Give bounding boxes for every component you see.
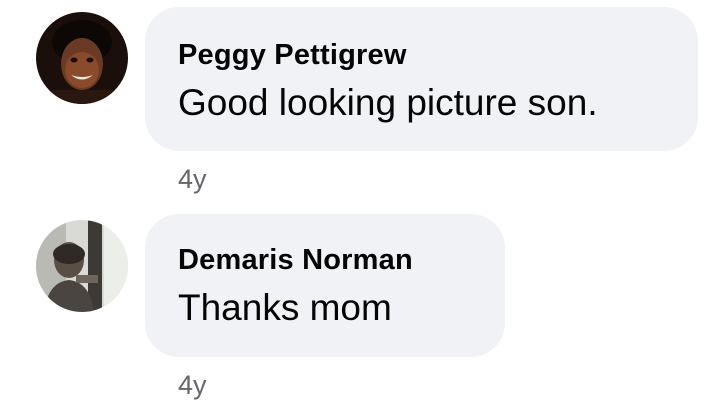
comment-text: Thanks mom (178, 287, 392, 328)
avatar[interactable] (36, 220, 128, 312)
comment: Demaris Norman Thanks mom 4y (0, 0, 720, 417)
comment-timestamp[interactable]: 4y (178, 370, 207, 401)
profile-photo-icon (36, 220, 128, 312)
comment-bubble: Demaris Norman Thanks mom (145, 214, 505, 357)
comment-author[interactable]: Demaris Norman (178, 244, 413, 277)
